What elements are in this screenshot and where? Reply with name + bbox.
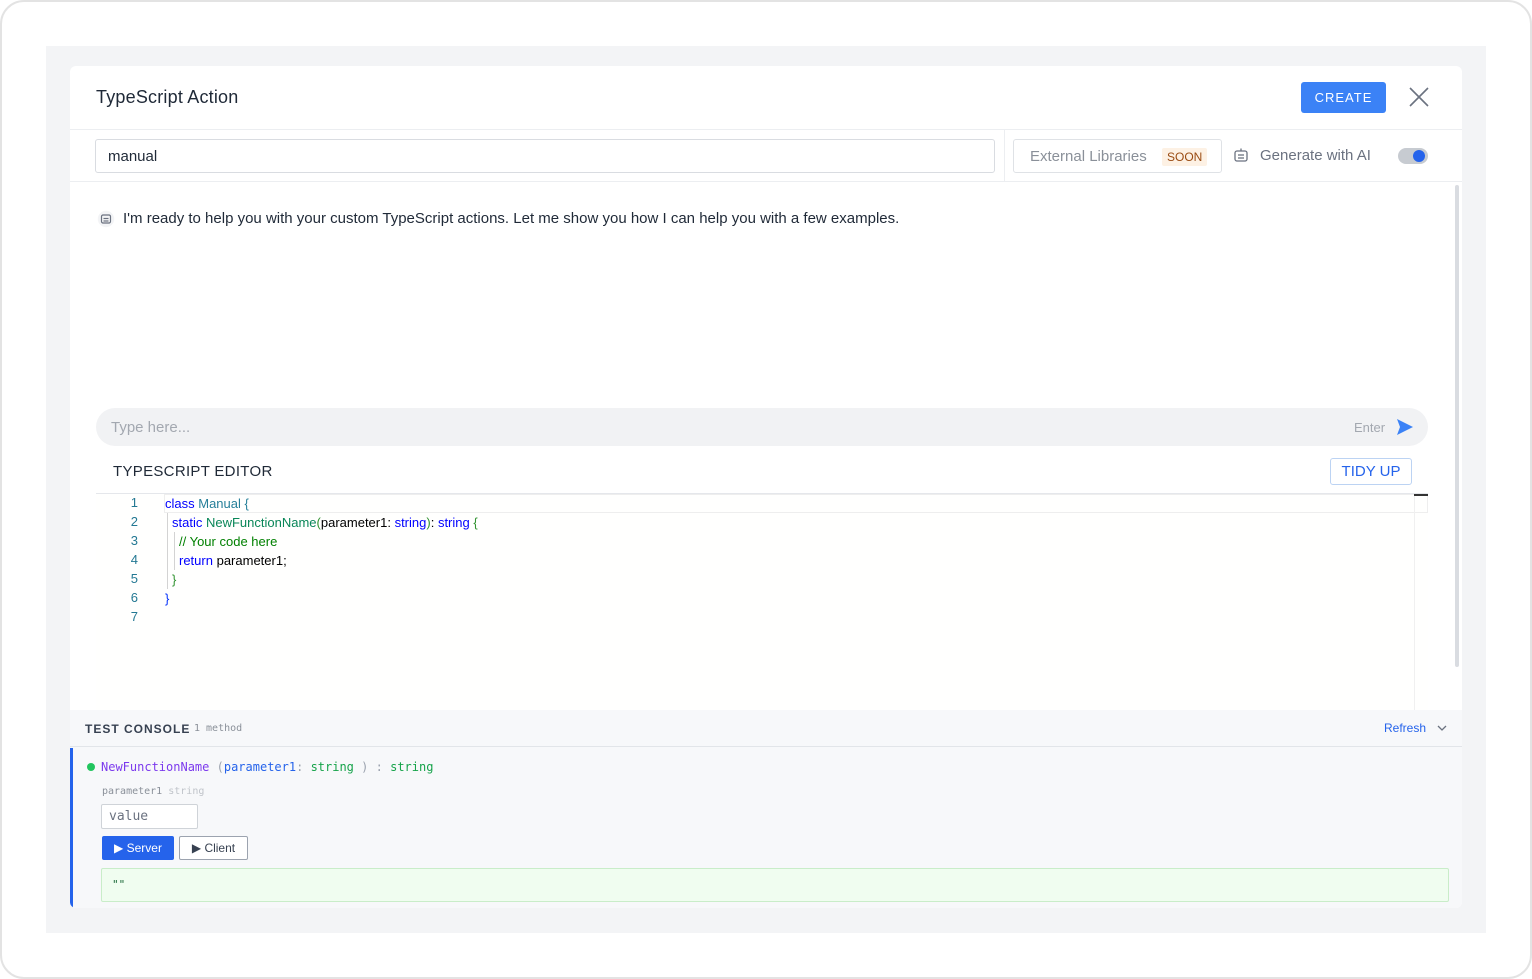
param-label-type: string bbox=[168, 786, 205, 797]
result-text: "" bbox=[112, 878, 126, 891]
code-token: class bbox=[165, 496, 195, 511]
run-server-button[interactable]: ▶ Server bbox=[102, 836, 174, 860]
toolbar-divider bbox=[1004, 130, 1005, 182]
code-token: : bbox=[430, 515, 438, 530]
generate-with-ai-toggle[interactable] bbox=[1398, 148, 1428, 164]
sig-param: parameter1 bbox=[223, 760, 297, 774]
line-number: 4 bbox=[130, 552, 138, 567]
sig-param-type: string bbox=[310, 760, 354, 774]
code-token: return bbox=[179, 553, 213, 568]
console-title: TEST CONSOLE bbox=[85, 722, 191, 736]
code-token: static bbox=[172, 515, 203, 530]
code-token: } bbox=[165, 591, 170, 606]
sig-return-type: string bbox=[390, 760, 434, 774]
line-number: 1 bbox=[130, 495, 138, 510]
toggle-knob bbox=[1413, 150, 1425, 162]
chevron-down-icon[interactable] bbox=[1436, 722, 1448, 734]
chat-input[interactable]: Type here... Enter bbox=[96, 408, 1428, 446]
overview-ruler-mark bbox=[1414, 494, 1428, 496]
scrollbar[interactable] bbox=[1455, 185, 1459, 667]
current-line-highlight bbox=[164, 494, 1428, 513]
run-client-button[interactable]: ▶ Client bbox=[179, 836, 248, 860]
method-count: 1 method bbox=[194, 723, 243, 734]
ai-message: I'm ready to help you with your custom T… bbox=[123, 210, 900, 227]
external-libraries-label: External Libraries bbox=[1030, 148, 1147, 165]
chat-input-placeholder: Type here... bbox=[111, 419, 191, 436]
send-icon[interactable] bbox=[1396, 418, 1414, 436]
close-icon[interactable] bbox=[1406, 84, 1432, 110]
code-token: parameter1: bbox=[320, 515, 395, 530]
code-token: string bbox=[394, 515, 427, 530]
line-number: 7 bbox=[130, 609, 138, 624]
code-token: Manual bbox=[198, 496, 241, 511]
tidy-up-button[interactable]: TIDY UP bbox=[1330, 458, 1412, 485]
line-number: 2 bbox=[130, 514, 138, 529]
code-editor[interactable]: 1 2 3 4 5 6 7 class Manual { static NewF… bbox=[96, 493, 1428, 711]
line-number: 6 bbox=[130, 590, 138, 605]
code-token: { bbox=[244, 496, 249, 511]
method-item: NewFunctionName (parameter1: string ) : … bbox=[70, 748, 1462, 908]
editor-title: TYPESCRIPT EDITOR bbox=[113, 463, 273, 480]
modal-title: TypeScript Action bbox=[96, 87, 239, 107]
action-name-input[interactable] bbox=[95, 139, 995, 173]
editor-ruler bbox=[1414, 494, 1415, 711]
code-line: return parameter1; bbox=[179, 551, 287, 570]
typescript-action-modal: TypeScript Action CREATE External Librar… bbox=[70, 66, 1462, 908]
indent-guide bbox=[167, 513, 168, 589]
param-value-input[interactable] bbox=[101, 804, 198, 829]
method-name: NewFunctionName bbox=[101, 760, 210, 774]
method-signature: NewFunctionName (parameter1: string ) : … bbox=[101, 760, 433, 774]
play-icon: ▶ bbox=[114, 841, 124, 855]
code-line: // Your code here bbox=[179, 532, 277, 551]
robot-icon bbox=[1234, 148, 1248, 162]
code-token: // Your code here bbox=[179, 534, 278, 549]
status-dot bbox=[87, 763, 95, 771]
soon-badge: SOON bbox=[1162, 148, 1208, 166]
code-line: class Manual { bbox=[165, 494, 249, 513]
indent-guide bbox=[174, 532, 175, 570]
generate-with-ai-label: Generate with AI bbox=[1260, 147, 1371, 164]
code-token: NewFunctionName bbox=[205, 515, 317, 530]
refresh-button[interactable]: Refresh bbox=[1384, 721, 1426, 735]
enter-hint: Enter bbox=[1354, 420, 1386, 435]
play-icon: ▶ bbox=[191, 841, 202, 855]
sig-token: ( bbox=[216, 760, 224, 774]
code-line: static NewFunctionName(parameter1: strin… bbox=[172, 513, 478, 532]
param-label: parameter1 string bbox=[102, 786, 204, 797]
result-output: "" bbox=[101, 868, 1449, 902]
test-console: TEST CONSOLE 1 method Refresh NewFunctio… bbox=[70, 710, 1462, 908]
line-number: 5 bbox=[130, 571, 138, 586]
code-token: } bbox=[172, 572, 177, 587]
sig-token: : bbox=[375, 760, 383, 774]
external-libraries-button[interactable]: External Libraries SOON bbox=[1013, 139, 1222, 173]
client-label: Client bbox=[204, 841, 236, 855]
sig-token: : bbox=[296, 760, 304, 774]
create-button[interactable]: CREATE bbox=[1301, 82, 1386, 113]
ai-chat-area: I'm ready to help you with your custom T… bbox=[70, 183, 1462, 711]
code-line: } bbox=[172, 570, 176, 589]
console-header: TEST CONSOLE 1 method Refresh bbox=[70, 710, 1462, 747]
server-label: Server bbox=[126, 841, 162, 855]
action-toolbar: External Libraries SOON Generate with AI bbox=[70, 130, 1462, 182]
line-number: 3 bbox=[130, 533, 138, 548]
code-token: string bbox=[437, 515, 470, 530]
modal-header: TypeScript Action CREATE bbox=[70, 66, 1462, 130]
code-token: { bbox=[473, 515, 478, 530]
robot-icon bbox=[97, 210, 115, 228]
code-token: parameter1; bbox=[216, 553, 287, 568]
sig-token: ) bbox=[361, 760, 369, 774]
param-label-name: parameter1 bbox=[102, 786, 163, 797]
code-line: } bbox=[165, 589, 169, 608]
